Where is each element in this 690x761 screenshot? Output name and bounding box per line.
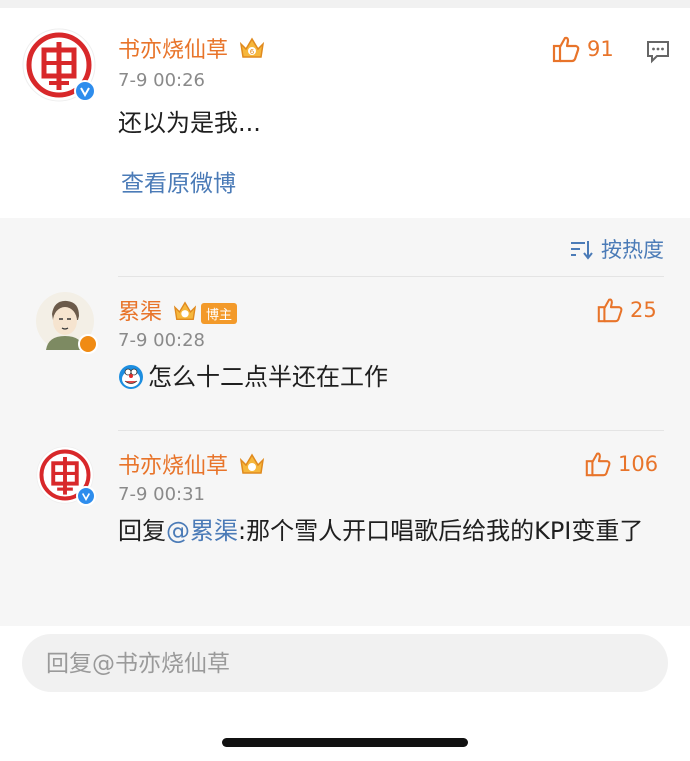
reply-prefix: 回复 [118,517,166,545]
crown-icon [239,453,265,474]
top-divider [0,0,690,8]
blogger-badge: 博主 [201,302,238,324]
comment-content: 回复@累渠:那个雪人开口唱歌后给我的KPI变重了 [118,510,664,552]
comment-username-text: 累渠 [118,300,163,325]
comments-section [0,218,690,626]
comment-button[interactable] [645,38,671,68]
reply-box [22,634,668,694]
home-indicator[interactable] [222,738,468,747]
comment-content: 怎么十二点半还在工作 [118,356,388,398]
comment-time: 7-9 00:31 [118,484,205,505]
view-original-link[interactable]: 查看原微博 [121,164,236,198]
sort-label: 按热度 [601,238,664,262]
comment-like-count: 25 [630,298,657,322]
crown-icon: 6 [239,37,265,58]
divider [118,430,664,431]
comment-icon [647,41,669,64]
comment-like-button[interactable]: 106 [584,450,658,478]
post-username-text: 书亦烧仙草 [118,38,229,63]
doraemon-emoji-icon [119,365,143,389]
avatar[interactable] [36,292,98,354]
post-content: 还以为是我... [118,109,261,137]
sort-icon [571,241,593,260]
comment-time: 7-9 00:28 [118,330,205,351]
thumbs-up-icon [585,452,611,477]
comment-like-count: 106 [618,452,659,476]
divider [118,276,664,277]
avatar[interactable] [22,28,96,102]
post-username[interactable]: 书亦烧仙草 6 [118,32,265,64]
comment-username[interactable]: 累渠 博主 [118,294,238,326]
crown-icon [173,301,197,320]
verified-icon [78,334,98,354]
thumbs-up-icon [597,298,623,323]
mention-link[interactable]: @累渠 [166,517,238,545]
post-like-button[interactable]: 91 [551,34,614,64]
verified-icon [74,80,96,102]
comment-text: :那个雪人开口唱歌后给我的KPI变重了 [238,517,644,545]
reply-input[interactable] [44,634,648,694]
verified-icon [76,486,96,506]
comment-username-text: 书亦烧仙草 [118,454,229,479]
thumbs-up-icon [552,36,580,63]
post-time: 7-9 00:26 [118,70,205,91]
svg-text:6: 6 [250,48,255,56]
avatar[interactable] [36,446,96,506]
post-like-count: 91 [587,37,614,61]
sort-by-hot-button[interactable]: 按热度 [569,234,664,264]
comment-username[interactable]: 书亦烧仙草 [118,448,265,480]
comment-like-button[interactable]: 25 [596,296,657,324]
main-post: 书亦烧仙草 6 7-9 00:26 还以为是我... 91 查看原微博 [0,8,690,218]
comment-text: 怎么十二点半还在工作 [148,363,388,391]
